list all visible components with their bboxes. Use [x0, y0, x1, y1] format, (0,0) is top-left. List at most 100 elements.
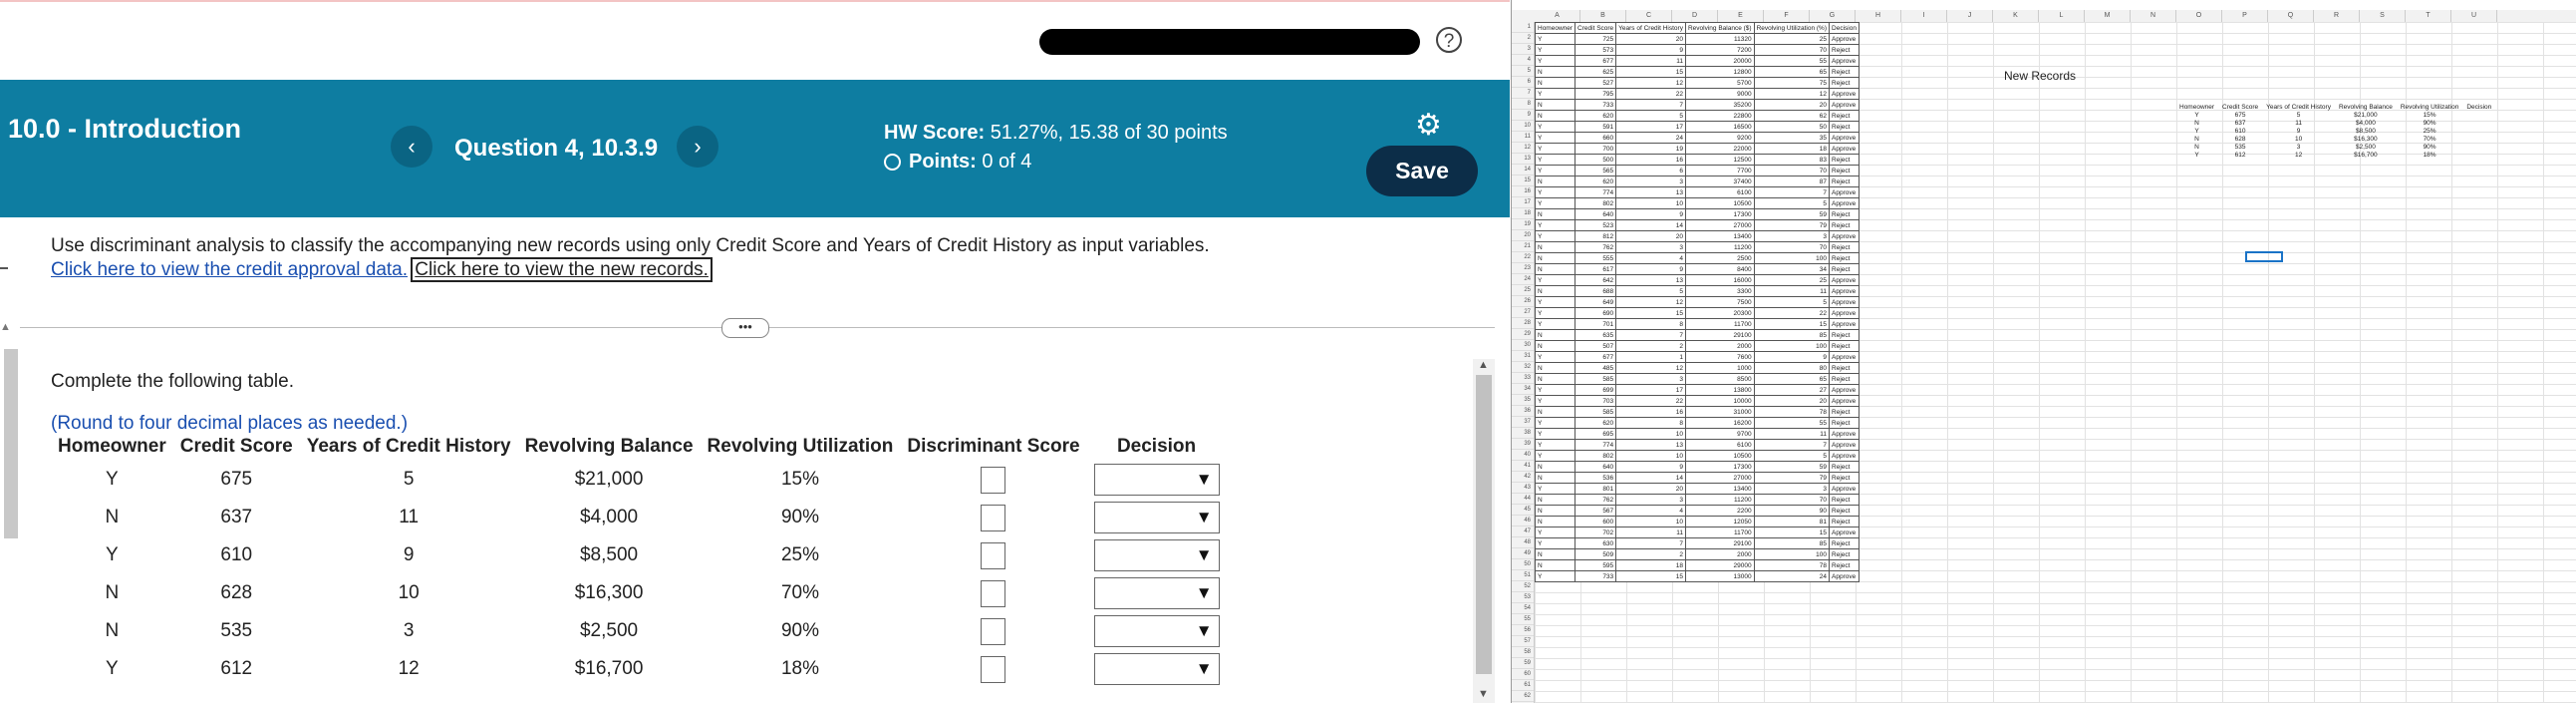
sheet-cell[interactable]: 65 — [1753, 66, 1831, 78]
row-header[interactable]: 45 — [1512, 505, 1534, 516]
sheet-cell[interactable]: 16200 — [1684, 417, 1755, 429]
sheet-cell[interactable]: Reject — [1829, 516, 1860, 527]
sheet-cell[interactable]: 55 — [1753, 417, 1831, 429]
new-records-cell[interactable]: 3 — [2262, 144, 2335, 152]
sheet-cell[interactable]: 630 — [1574, 537, 1617, 549]
sheet-cell[interactable]: 90 — [1753, 505, 1831, 517]
gear-icon[interactable]: ⚙ — [1415, 108, 1442, 143]
new-records-cell[interactable]: $2,500 — [2335, 144, 2397, 152]
decision-dropdown[interactable]: ▼ — [1093, 577, 1220, 609]
sheet-cell[interactable]: Reject — [1829, 406, 1860, 418]
row-header[interactable]: 35 — [1512, 395, 1534, 406]
sheet-cell[interactable]: N — [1534, 110, 1576, 122]
sheet-cell[interactable]: Reject — [1829, 44, 1860, 56]
sheet-cell[interactable]: 733 — [1574, 570, 1617, 582]
sheet-cell[interactable]: Reject — [1829, 548, 1860, 560]
row-header[interactable]: 27 — [1512, 307, 1534, 318]
sheet-header-cell[interactable]: Decision — [1829, 22, 1860, 34]
column-header[interactable]: H — [1856, 10, 1901, 22]
sheet-cell[interactable]: 7 — [1615, 329, 1686, 341]
sheet-cell[interactable]: 17 — [1615, 121, 1686, 133]
sheet-cell[interactable]: 640 — [1574, 461, 1617, 473]
sheet-cell[interactable]: N — [1534, 505, 1576, 517]
sheet-cell[interactable]: Reject — [1829, 241, 1860, 253]
sheet-cell[interactable]: Approve — [1829, 570, 1860, 582]
sheet-cell[interactable]: 690 — [1574, 307, 1617, 319]
sheet-cell[interactable]: 27 — [1753, 384, 1831, 396]
row-header[interactable]: 3 — [1512, 44, 1534, 55]
sheet-cell[interactable]: 15 — [1615, 307, 1686, 319]
new-records-cell[interactable]: $4,000 — [2335, 120, 2397, 128]
sheet-cell[interactable]: 85 — [1753, 329, 1831, 341]
sheet-cell[interactable]: 725 — [1574, 33, 1617, 45]
row-header[interactable]: 24 — [1512, 274, 1534, 285]
sheet-cell[interactable]: 642 — [1574, 274, 1617, 286]
sheet-cell[interactable]: 625 — [1574, 66, 1617, 78]
expand-toggle-button[interactable]: ••• — [721, 318, 769, 338]
sheet-cell[interactable]: 7600 — [1684, 351, 1755, 363]
sheet-cell[interactable]: 20 — [1615, 230, 1686, 242]
sheet-cell[interactable]: Approve — [1829, 296, 1860, 308]
row-header[interactable]: 57 — [1512, 636, 1534, 647]
row-header[interactable]: 42 — [1512, 472, 1534, 483]
sheet-cell[interactable]: 555 — [1574, 252, 1617, 264]
sheet-cell[interactable]: Reject — [1829, 362, 1860, 374]
row-header[interactable]: 41 — [1512, 461, 1534, 472]
sheet-cell[interactable]: Y — [1534, 197, 1576, 209]
sheet-cell[interactable]: 13000 — [1684, 570, 1755, 582]
sheet-cell[interactable]: N — [1534, 77, 1576, 89]
sheet-cell[interactable]: 635 — [1574, 329, 1617, 341]
sheet-cell[interactable]: Reject — [1829, 329, 1860, 341]
row-header[interactable]: 2 — [1512, 33, 1534, 44]
previous-question-button[interactable]: ‹ — [391, 126, 432, 168]
sheet-cell[interactable]: 2000 — [1684, 548, 1755, 560]
new-records-cell[interactable]: Y — [2175, 112, 2218, 120]
column-header[interactable]: G — [1810, 10, 1856, 22]
sheet-cell[interactable]: 85 — [1753, 537, 1831, 549]
new-records-cell[interactable]: Y — [2175, 152, 2218, 160]
sheet-cell[interactable]: Reject — [1829, 252, 1860, 264]
sheet-cell[interactable]: 20 — [1615, 483, 1686, 495]
row-header[interactable]: 1 — [1512, 22, 1534, 33]
sheet-cell[interactable]: 9 — [1615, 461, 1686, 473]
sheet-cell[interactable]: 509 — [1574, 548, 1617, 560]
sheet-cell[interactable]: 13 — [1615, 274, 1686, 286]
sheet-cell[interactable]: N — [1534, 241, 1576, 253]
sheet-cell[interactable]: 4 — [1615, 505, 1686, 517]
sheet-cell[interactable]: N — [1534, 329, 1576, 341]
decision-dropdown[interactable]: ▼ — [1093, 502, 1220, 533]
column-header[interactable]: E — [1718, 10, 1764, 22]
sheet-cell[interactable]: 13400 — [1684, 230, 1755, 242]
sheet-cell[interactable]: 13 — [1615, 439, 1686, 451]
row-header[interactable]: 52 — [1512, 581, 1534, 592]
row-header[interactable]: 12 — [1512, 143, 1534, 154]
sheet-cell[interactable]: 11 — [1615, 55, 1686, 67]
sheet-cell[interactable]: N — [1534, 406, 1576, 418]
scroll-up-icon[interactable]: ▲ — [1478, 359, 1489, 371]
sheet-cell[interactable]: Reject — [1829, 66, 1860, 78]
row-header[interactable]: 48 — [1512, 537, 1534, 548]
sheet-cell[interactable]: Reject — [1829, 340, 1860, 352]
sheet-cell[interactable]: 7200 — [1684, 44, 1755, 56]
row-header[interactable]: 32 — [1512, 362, 1534, 373]
row-header[interactable]: 19 — [1512, 219, 1534, 230]
sheet-cell[interactable]: Y — [1534, 165, 1576, 176]
sheet-cell[interactable]: 13 — [1615, 186, 1686, 198]
sheet-cell[interactable]: 70 — [1753, 44, 1831, 56]
sheet-cell[interactable]: 79 — [1753, 219, 1831, 231]
new-records-header-cell[interactable]: Revolving Balance — [2335, 104, 2397, 112]
sheet-cell[interactable]: Y — [1534, 186, 1576, 198]
sheet-cell[interactable]: 29100 — [1684, 537, 1755, 549]
row-header[interactable]: 8 — [1512, 99, 1534, 110]
sheet-cell[interactable]: 10500 — [1684, 450, 1755, 462]
new-records-cell[interactable]: 12 — [2262, 152, 2335, 160]
sheet-cell[interactable]: 620 — [1574, 417, 1617, 429]
sheet-cell[interactable]: Y — [1534, 274, 1576, 286]
sheet-cell[interactable]: 18 — [1753, 143, 1831, 155]
new-records-cell[interactable]: 610 — [2218, 128, 2262, 136]
column-header[interactable]: I — [1901, 10, 1947, 22]
row-header[interactable]: 28 — [1512, 318, 1534, 329]
decision-dropdown[interactable]: ▼ — [1093, 615, 1220, 647]
sheet-cell[interactable]: 6100 — [1684, 439, 1755, 451]
sheet-cell[interactable]: Y — [1534, 33, 1576, 45]
